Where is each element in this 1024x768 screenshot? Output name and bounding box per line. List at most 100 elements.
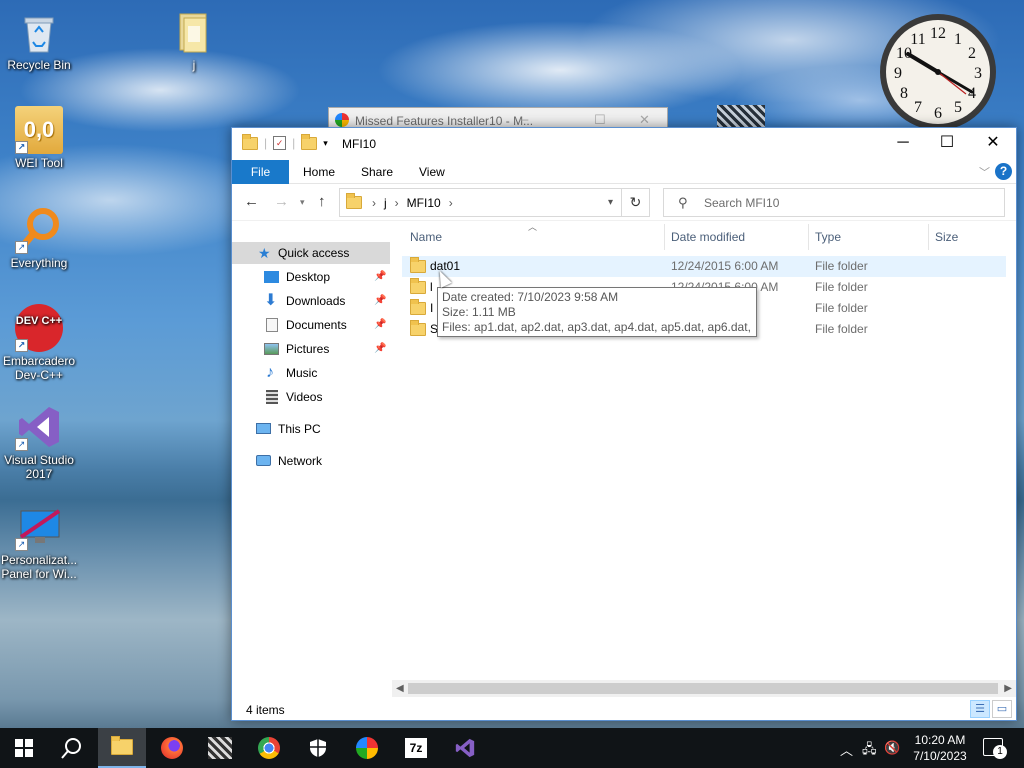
nav-label: Quick access: [278, 246, 350, 260]
star-icon: ★: [258, 245, 271, 261]
action-center-button[interactable]: 1: [983, 738, 1007, 759]
installer-taskbar-button[interactable]: [343, 728, 391, 768]
close-icon[interactable]: ✕: [639, 112, 650, 128]
address-row: ← → ▾ ↑ › j › MFI10 › ▾ ↻ ⚲ Search MFI10: [232, 185, 1016, 221]
large-icons-view-icon[interactable]: ▭: [992, 700, 1012, 718]
pin-icon[interactable]: 📌: [374, 266, 386, 288]
column-header-size[interactable]: Size: [929, 222, 958, 252]
picture-icon: [264, 343, 279, 355]
breadcrumb-separator-icon[interactable]: ›: [395, 196, 399, 210]
search-button[interactable]: [48, 728, 96, 768]
desktop-icon-dev-cpp[interactable]: DEV C++ ↗ Embarcadero Dev-C++: [1, 304, 77, 382]
up-arrow-icon[interactable]: ↑: [318, 193, 326, 210]
pin-icon[interactable]: 📌: [374, 314, 386, 336]
film-icon: [266, 390, 278, 404]
desktop-icon-label: WEI Tool: [15, 156, 63, 170]
nav-this-pc[interactable]: This PC: [232, 418, 390, 440]
download-arrow-icon: ⬇: [264, 292, 278, 309]
expand-ribbon-icon[interactable]: ﹀: [979, 164, 990, 180]
file-explorer-window[interactable]: | ✓ | ▾ MFI10 ─ ☐ ✕ File Home Share View…: [231, 127, 1017, 721]
svg-text:12: 12: [930, 25, 946, 42]
desktop-icon-j-folder[interactable]: j: [156, 8, 232, 72]
desktop-icon-everything[interactable]: ↗ Everything: [1, 206, 77, 270]
nav-desktop[interactable]: Desktop 📌: [232, 266, 390, 288]
svg-text:1: 1: [954, 31, 962, 48]
tooltip-size: Size: 1.11 MB: [442, 305, 516, 319]
close-button[interactable]: ✕: [970, 128, 1016, 158]
address-dropdown-icon[interactable]: ▾: [608, 197, 613, 208]
title-bar[interactable]: | ✓ | ▾ MFI10 ─ ☐ ✕: [232, 128, 1016, 160]
pin-icon[interactable]: 📌: [374, 338, 386, 360]
svg-text:8: 8: [900, 85, 908, 102]
minimize-icon[interactable]: ─: [519, 112, 528, 127]
nav-videos[interactable]: Videos: [232, 386, 390, 408]
customize-qat-icon[interactable]: ▾: [323, 138, 328, 149]
volume-muted-icon[interactable]: 🔇: [884, 740, 900, 756]
desktop-icon-label: Personalizat... Panel for Wi...: [1, 553, 78, 581]
scroll-left-icon[interactable]: ◀: [396, 680, 404, 697]
file-explorer-taskbar-button[interactable]: [98, 728, 146, 768]
nav-quick-access[interactable]: ★ Quick access: [232, 242, 390, 264]
shortcut-arrow-icon: ↗: [15, 438, 28, 451]
desktop-icon-recycle-bin[interactable]: Recycle Bin: [1, 8, 77, 72]
desktop-icon-personalization-panel[interactable]: ↗ Personalizat... Panel for Wi...: [1, 503, 77, 581]
system-clock[interactable]: 10:20 AM 7/10/2023: [900, 732, 980, 764]
scroll-right-icon[interactable]: ▶: [1004, 680, 1012, 697]
refresh-button[interactable]: ↻: [622, 188, 650, 217]
nav-documents[interactable]: Documents 📌: [232, 314, 390, 336]
tab-home[interactable]: Home: [303, 160, 335, 184]
file-type: File folder: [815, 301, 868, 315]
file-name: I: [430, 301, 434, 315]
horizontal-scrollbar[interactable]: ◀ ▶: [392, 680, 1016, 697]
breadcrumb-separator-icon[interactable]: ›: [449, 196, 453, 210]
item-count: 4 items: [246, 703, 285, 717]
nav-network[interactable]: Network: [232, 450, 390, 472]
visual-studio-taskbar-button[interactable]: [441, 728, 489, 768]
help-icon[interactable]: ?: [995, 163, 1012, 180]
nav-music[interactable]: ♪ Music: [232, 362, 390, 384]
dev-cpp-icon: DEV C++ ↗: [15, 304, 63, 352]
minimize-button[interactable]: ─: [880, 128, 926, 158]
column-header-date-modified[interactable]: Date modified: [665, 222, 745, 252]
search-box[interactable]: ⚲ Search MFI10: [663, 188, 1005, 217]
clock-time: 10:20 AM: [914, 733, 966, 747]
desktop-icon-label: Everything: [10, 256, 68, 270]
forward-arrow-icon[interactable]: →: [274, 193, 289, 210]
desktop-icon-wei-tool[interactable]: 0,0 ↗ WEI Tool: [1, 106, 77, 170]
details-view-icon[interactable]: ☰: [970, 700, 990, 718]
pin-icon[interactable]: 📌: [374, 290, 386, 312]
security-taskbar-button[interactable]: [294, 728, 342, 768]
start-button[interactable]: [0, 728, 48, 768]
maximize-icon[interactable]: ☐: [594, 112, 606, 128]
network-icon: [256, 455, 271, 466]
maximize-button[interactable]: ☐: [924, 128, 970, 158]
desktop-icon-visual-studio[interactable]: ↗ Visual Studio 2017: [1, 403, 77, 481]
recent-locations-icon[interactable]: ▾: [300, 197, 305, 208]
nav-pictures[interactable]: Pictures 📌: [232, 338, 390, 360]
nav-downloads[interactable]: ⬇ Downloads 📌: [232, 290, 390, 312]
tab-view[interactable]: View: [419, 160, 445, 184]
properties-icon[interactable]: ✓: [273, 136, 287, 150]
back-arrow-icon[interactable]: ←: [244, 193, 259, 210]
breadcrumb-separator-icon[interactable]: ›: [372, 196, 376, 210]
new-folder-icon[interactable]: [301, 133, 318, 150]
background-window-title: Missed Features Installer10 - M...: [355, 114, 534, 128]
chrome-taskbar-button[interactable]: [245, 728, 293, 768]
7zip-taskbar-button[interactable]: 7z: [392, 728, 440, 768]
address-bar[interactable]: › j › MFI10 › ▾: [339, 188, 622, 217]
image-app-taskbar-button[interactable]: [196, 728, 244, 768]
breadcrumb-mfi10[interactable]: MFI10: [407, 196, 441, 210]
show-hidden-icons-icon[interactable]: ︿: [840, 740, 853, 759]
search-icon: ⚲: [678, 195, 688, 210]
nav-label: Music: [286, 366, 318, 380]
notification-count-badge: 1: [993, 745, 1007, 759]
breadcrumb-j[interactable]: j: [384, 196, 387, 210]
firefox-taskbar-button[interactable]: [148, 728, 196, 768]
column-header-type[interactable]: Type: [809, 222, 841, 252]
table-row[interactable]: dat01 12/24/2015 6:00 AM File folder: [402, 256, 1006, 277]
network-icon[interactable]: 🖧: [862, 740, 877, 762]
scrollbar-thumb[interactable]: [408, 683, 998, 694]
tab-file[interactable]: File: [232, 160, 289, 184]
column-header-name[interactable]: Name: [404, 222, 442, 252]
tab-share[interactable]: Share: [361, 160, 393, 184]
